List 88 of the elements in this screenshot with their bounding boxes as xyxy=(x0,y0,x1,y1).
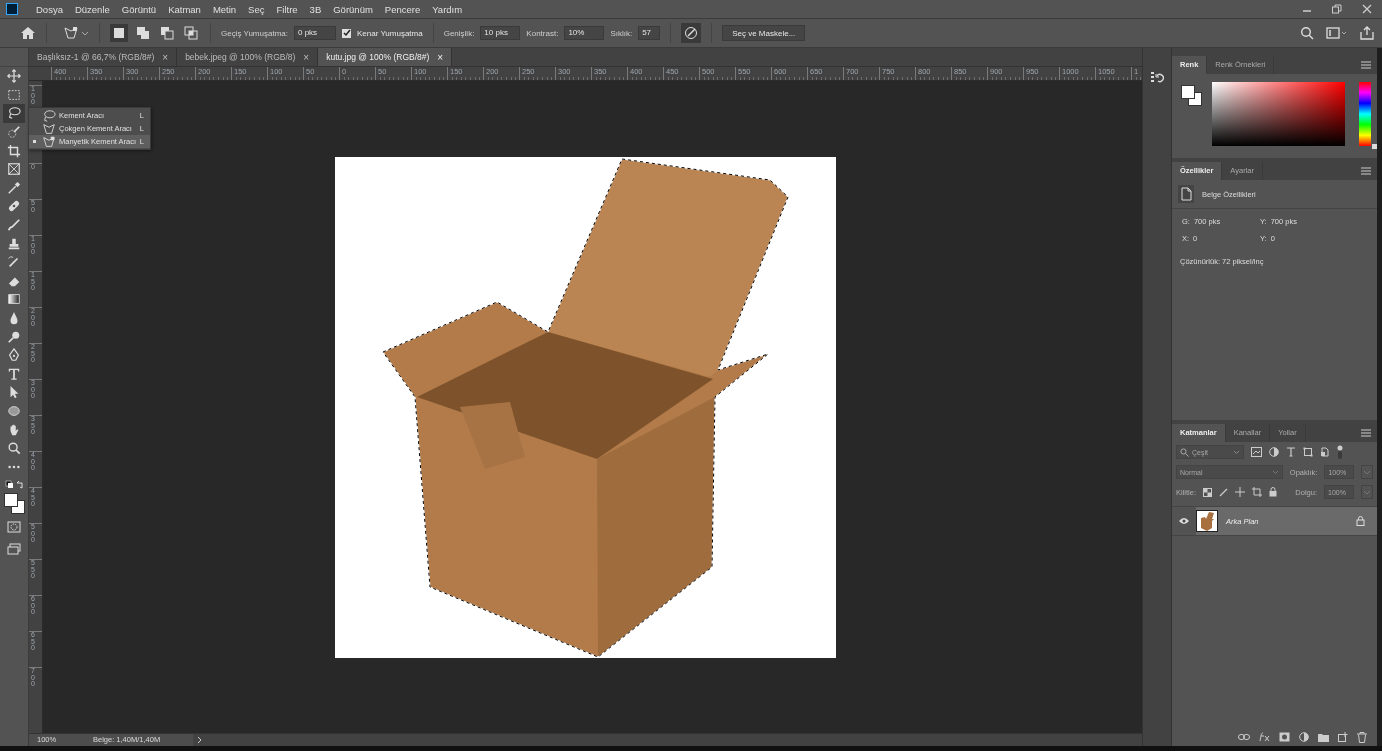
color-swatches-icon[interactable] xyxy=(1180,84,1204,108)
panel-menu-icon[interactable] xyxy=(1361,61,1371,69)
menu-item[interactable]: Katman xyxy=(162,3,207,15)
lock-icon[interactable] xyxy=(1269,487,1277,497)
color-picker-field[interactable] xyxy=(1211,82,1346,146)
history-panel-icon[interactable] xyxy=(1150,70,1164,84)
search-icon xyxy=(1180,447,1189,457)
lasso-tool-preset-icon[interactable] xyxy=(63,25,89,41)
lasso-tool-icon[interactable] xyxy=(3,104,25,123)
document-tab-title[interactable]: kutu.jpg @ 100% (RGB/8#) xyxy=(326,52,430,62)
menu-item[interactable]: Metin xyxy=(206,3,243,15)
folder-icon[interactable] xyxy=(1318,732,1329,742)
selection-mode-button[interactable] xyxy=(110,24,128,42)
effects-icon[interactable] xyxy=(1259,732,1270,742)
type-filter-icon[interactable] xyxy=(1286,447,1296,457)
selection-mode-button[interactable] xyxy=(158,24,176,42)
share-icon[interactable] xyxy=(1360,26,1374,40)
menu-item[interactable]: Görünüm xyxy=(327,3,379,15)
pixel-filter-icon[interactable] xyxy=(1251,447,1262,457)
link-icon[interactable] xyxy=(1238,733,1250,741)
magnetic-lasso-icon xyxy=(42,134,56,149)
close-icon[interactable] xyxy=(1361,3,1373,15)
close-tab-icon[interactable]: × xyxy=(162,51,169,63)
chevron-right-icon[interactable] xyxy=(197,736,203,744)
menu-item[interactable]: 3B xyxy=(303,3,328,15)
caret-icon xyxy=(1233,449,1240,455)
menu-item[interactable]: Yardım xyxy=(426,3,469,15)
mask-icon[interactable] xyxy=(1279,732,1290,742)
app-logo-icon xyxy=(6,3,18,15)
frequency-field[interactable]: 57 xyxy=(638,26,661,40)
selection-mode-icon xyxy=(183,25,199,41)
selected-bullet-icon xyxy=(32,140,36,143)
workspace-icon[interactable] xyxy=(1326,26,1348,40)
home-icon[interactable] xyxy=(20,26,36,40)
contrast-field[interactable]: 10% xyxy=(564,26,605,40)
document-icon xyxy=(1178,185,1194,203)
width-field[interactable]: 10 pks xyxy=(480,26,521,40)
quick-mask-icon[interactable] xyxy=(7,521,21,534)
feather-field[interactable]: 0 pks xyxy=(294,26,336,40)
caret-icon xyxy=(1271,469,1279,475)
anti-alias-label: Kenar Yumuşatma xyxy=(357,28,423,38)
trash-icon[interactable] xyxy=(1357,731,1367,743)
adjustment-filter-icon[interactable] xyxy=(1269,447,1279,457)
selection-mode-button[interactable] xyxy=(134,24,152,42)
search-icon[interactable] xyxy=(1300,26,1314,40)
move-icon[interactable] xyxy=(1235,487,1245,497)
brush-icon[interactable] xyxy=(1219,487,1228,497)
eye-icon[interactable] xyxy=(1178,517,1190,525)
anti-alias-checkbox[interactable] xyxy=(342,28,351,38)
menu-item[interactable]: Seç xyxy=(242,3,271,15)
selection-mode-icon xyxy=(135,25,151,41)
selection-mode-button[interactable] xyxy=(182,24,200,42)
document-tab[interactable]: kutu.jpg @ 100% (RGB/8#) × xyxy=(318,48,453,66)
restore-icon[interactable] xyxy=(1331,3,1343,15)
panel-menu-icon[interactable] xyxy=(1361,167,1371,175)
smart-object-filter-icon[interactable] xyxy=(1320,447,1330,457)
lock-transparency-icon[interactable] xyxy=(1203,487,1212,497)
menu-item[interactable]: Dosya xyxy=(30,3,69,15)
shape-filter-icon[interactable] xyxy=(1303,447,1313,457)
artboard-icon[interactable] xyxy=(1252,487,1262,497)
close-tab-icon[interactable]: × xyxy=(437,51,444,63)
document-tab-title[interactable]: Başlıksız-1 @ 66,7% (RGB/8#) xyxy=(37,52,155,62)
filter-toggle-icon[interactable] xyxy=(1337,445,1343,459)
new-layer-icon[interactable] xyxy=(1338,732,1348,742)
color-swatches-icon[interactable] xyxy=(3,492,25,515)
contrast-label: Kontrast: xyxy=(526,28,559,38)
menu-item[interactable]: Düzenle xyxy=(68,3,116,15)
width-label: Genişlik: xyxy=(443,28,475,38)
menu-item[interactable]: Pencere xyxy=(378,3,427,15)
feather-label: Geçiş Yumuşatma: xyxy=(221,28,288,38)
menu-item[interactable]: Filtre xyxy=(270,3,304,15)
lock-icon[interactable] xyxy=(1356,516,1365,526)
pen-pressure-button[interactable] xyxy=(681,23,702,43)
document-tab-title[interactable]: bebek.jpeg @ 100% (RGB/8) xyxy=(185,52,296,62)
layer-thumbnail xyxy=(1196,510,1218,532)
selection-mode-icon xyxy=(159,25,175,41)
polygon-lasso-icon xyxy=(42,121,56,136)
screen-mode-icon[interactable] xyxy=(7,543,21,556)
hue-slider-thumb[interactable] xyxy=(1372,144,1377,149)
default-colors-icon[interactable] xyxy=(2,480,26,491)
selection-mode-icon xyxy=(111,25,127,41)
menu-item[interactable]: Görüntü xyxy=(115,3,163,15)
lasso-icon xyxy=(42,108,56,123)
panel-menu-icon[interactable] xyxy=(1361,429,1371,437)
adjustment-layer-icon[interactable] xyxy=(1299,732,1309,742)
select-and-mask-button[interactable]: Seç ve Maskele... xyxy=(722,25,806,41)
frequency-label: Sıklık: xyxy=(610,28,633,38)
close-tab-icon[interactable]: × xyxy=(303,51,310,63)
